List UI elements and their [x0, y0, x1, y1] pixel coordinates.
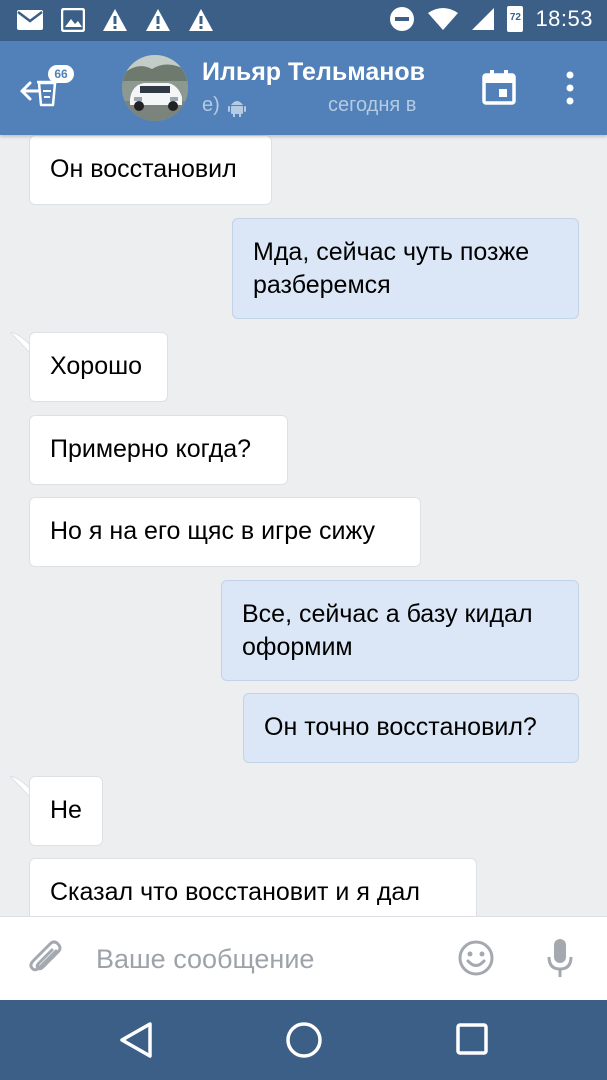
message-text: Сказал что восстановит и я дал: [50, 878, 420, 906]
battery-icon: 72: [507, 6, 524, 32]
message-composer: [0, 916, 607, 1000]
wifi-icon: [428, 8, 459, 30]
message-bubble-incoming[interactable]: Хорошо: [29, 332, 168, 402]
message-bubble-outgoing[interactable]: Он точно восстановил?: [243, 693, 579, 763]
calendar-button[interactable]: [482, 69, 516, 105]
battery-level: 72: [509, 12, 521, 23]
message-text: Не: [50, 796, 82, 824]
message-input[interactable]: [96, 939, 436, 979]
message-text: Все, сейчас а базу кидал: [242, 600, 533, 628]
system-icons: 72 18:53: [389, 6, 593, 32]
square-recents-icon: [456, 1023, 488, 1055]
calendar-icon: [482, 70, 516, 105]
system-nav-bar: [0, 1000, 607, 1080]
image-icon: [61, 8, 85, 32]
nav-home-button[interactable]: [284, 1020, 324, 1060]
circle-home-icon: [286, 1022, 322, 1058]
warning-icon: [189, 9, 213, 31]
message-text: Он восстановил: [50, 155, 237, 183]
triangle-back-icon: [120, 1022, 152, 1058]
message-bubble-outgoing[interactable]: Мда, сейчас чуть позже разберемся: [232, 218, 579, 319]
emoji-button[interactable]: [457, 939, 495, 977]
attach-button[interactable]: [26, 939, 66, 979]
more-vert-icon: [566, 71, 574, 105]
message-bubble-incoming[interactable]: Сказал что восстановит и я дал: [29, 858, 477, 916]
contact-status: е) сегодня в: [202, 94, 440, 122]
microphone-icon: [547, 939, 573, 977]
message-bubble-incoming[interactable]: Не: [29, 776, 103, 846]
message-bubble-outgoing[interactable]: Все, сейчас а базу кидал оформим: [221, 580, 579, 681]
warning-icon: [103, 9, 127, 31]
message-text: оформим: [242, 633, 353, 661]
nav-back-button[interactable]: [118, 1020, 154, 1060]
nav-recents-button[interactable]: [455, 1022, 489, 1056]
warning-icon: [146, 9, 170, 31]
clock: 18:53: [535, 6, 593, 31]
avatar[interactable]: [122, 55, 188, 121]
smiley-icon: [458, 940, 494, 976]
paperclip-icon: [29, 940, 62, 972]
message-bubble-incoming[interactable]: Он восстановил: [29, 135, 272, 205]
status-bar: 72 18:53: [0, 0, 607, 41]
do-not-disturb-icon: [390, 7, 415, 31]
status-fragment: е): [202, 94, 220, 116]
unread-badge: 66: [48, 65, 74, 83]
voice-message-button[interactable]: [545, 937, 575, 981]
mail-icon: [17, 10, 43, 30]
back-button[interactable]: 66: [18, 65, 78, 115]
last-seen: сегодня в: [328, 94, 417, 116]
signal-icon: [472, 8, 495, 30]
message-text: Но я на его щяс в игре сижу: [50, 517, 375, 545]
chat-header: 66 Ильяр Тельманов е) сегодня в: [0, 41, 607, 135]
android-icon: [228, 101, 246, 117]
message-text: Он точно восстановил?: [264, 713, 537, 741]
message-text: Хорошо: [50, 352, 143, 380]
more-options-button[interactable]: [558, 69, 582, 109]
message-text: Примерно когда?: [50, 435, 252, 463]
message-list[interactable]: Он восстановил Мда, сейчас чуть позже ра…: [0, 135, 607, 916]
contact-name[interactable]: Ильяр Тельманов: [202, 58, 425, 87]
message-bubble-incoming[interactable]: Но я на его щяс в игре сижу: [29, 497, 421, 567]
message-text: разберемся: [253, 271, 391, 299]
message-bubble-incoming[interactable]: Примерно когда?: [29, 415, 288, 485]
message-text: Мда, сейчас чуть позже: [253, 238, 530, 266]
avatar-car-image: [122, 55, 188, 121]
notification-icons: [16, 8, 214, 32]
